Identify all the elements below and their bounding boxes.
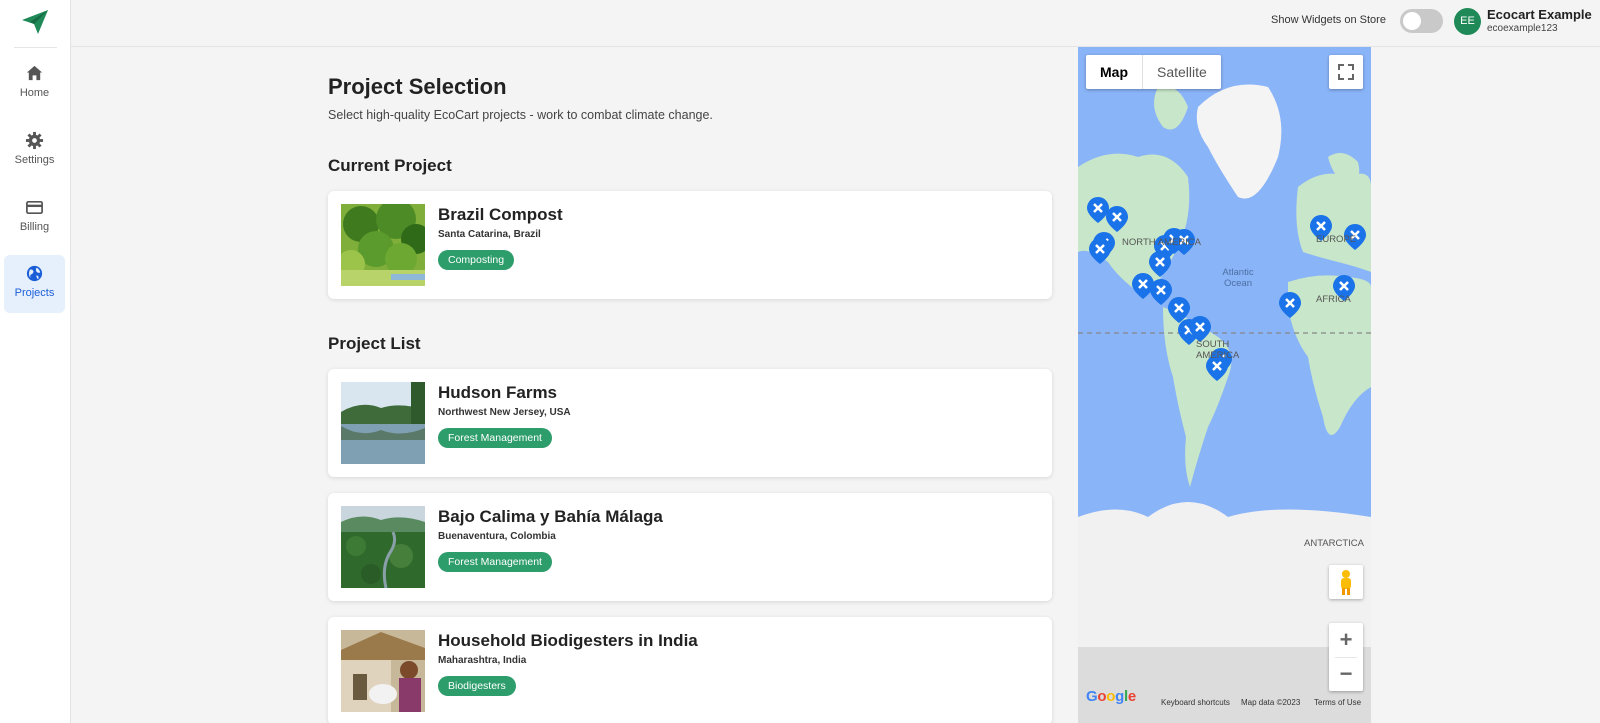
globe-icon — [26, 265, 43, 282]
map-type-satellite-button[interactable]: Satellite — [1143, 55, 1221, 89]
project-location: Santa Catarina, Brazil — [438, 229, 541, 240]
page-title: Project Selection — [328, 74, 507, 99]
zoom-in-button[interactable]: + — [1329, 623, 1363, 657]
zoom-out-button[interactable]: − — [1329, 657, 1363, 691]
top-header: Show Widgets on Store EE Ecocart Example… — [71, 0, 1600, 47]
keyboard-shortcuts-link[interactable]: Keyboard shortcuts — [1161, 698, 1230, 707]
current-project-card[interactable]: Brazil Compost Santa Catarina, Brazil Co… — [328, 191, 1052, 299]
credit-card-icon — [26, 200, 43, 215]
sidebar-item-label: Billing — [19, 221, 50, 233]
avatar[interactable]: EE — [1454, 8, 1481, 35]
sidebar-item-projects[interactable]: Projects — [4, 255, 65, 313]
project-list-heading: Project List — [328, 334, 421, 353]
project-card[interactable]: Household Biodigesters in India Maharash… — [328, 617, 1052, 723]
project-name: Hudson Farms — [438, 383, 558, 402]
map-label-africa: AFRICA — [1316, 294, 1351, 305]
fullscreen-icon — [1338, 64, 1354, 80]
category-badge: Forest Management — [438, 552, 552, 572]
zoom-control: + − — [1329, 623, 1363, 691]
page-subtitle: Select high-quality EcoCart projects - w… — [328, 108, 713, 122]
project-location: Northwest New Jersey, USA — [438, 407, 571, 418]
user-handle: ecoexample123 — [1487, 23, 1558, 34]
map-label-antarctica: ANTARCTICA — [1304, 538, 1364, 549]
zoom-divider — [1335, 657, 1357, 658]
map-marker — [1104, 204, 1130, 234]
sidebar-item-settings[interactable]: Settings — [4, 122, 65, 180]
map-marker — [1148, 277, 1174, 307]
sidebar: Home Settings Billing Projects — [0, 0, 71, 723]
project-location: Maharashtra, India — [438, 655, 527, 666]
project-location: Buenaventura, Colombia — [438, 531, 556, 542]
pegman-icon — [1341, 570, 1351, 595]
map-label-europe: EUROPE — [1316, 234, 1357, 245]
map-marker — [1277, 290, 1303, 320]
project-thumbnail — [341, 630, 425, 712]
sidebar-item-label: Projects — [14, 287, 55, 299]
project-thumbnail — [341, 506, 425, 588]
sidebar-item-billing[interactable]: Billing — [4, 189, 65, 247]
project-map[interactable]: NORTH AMERICA SOUTH AMERICA EUROPE AFRIC… — [1078, 47, 1371, 723]
project-name: Bajo Calima y Bahía Málaga — [438, 507, 663, 526]
sidebar-item-label: Settings — [14, 154, 55, 166]
user-name[interactable]: Ecocart Example — [1487, 7, 1592, 22]
map-marker — [1147, 249, 1173, 279]
current-project-heading: Current Project — [328, 156, 452, 175]
category-badge: Composting — [438, 250, 515, 270]
project-name: Household Biodigesters in India — [438, 631, 698, 650]
map-type-map-button[interactable]: Map — [1086, 55, 1143, 89]
project-card[interactable]: Bajo Calima y Bahía Málaga Buenaventura,… — [328, 493, 1052, 601]
widget-toggle-label: Show Widgets on Store — [1271, 14, 1386, 26]
map-marker — [1166, 295, 1192, 325]
sidebar-divider — [14, 47, 57, 48]
home-icon — [26, 65, 43, 81]
project-card[interactable]: Hudson Farms Northwest New Jersey, USA F… — [328, 369, 1052, 477]
map-marker — [1085, 195, 1111, 225]
fullscreen-button[interactable] — [1329, 55, 1363, 89]
map-label-atlantic: Atlantic Ocean — [1222, 267, 1254, 289]
google-logo[interactable]: Google — [1086, 688, 1136, 705]
sidebar-item-home[interactable]: Home — [4, 55, 65, 113]
paper-plane-icon[interactable] — [20, 8, 50, 36]
project-thumbnail — [341, 382, 425, 464]
map-label-north-america: NORTH AMERICA — [1122, 237, 1202, 248]
map-marker — [1130, 271, 1156, 301]
street-view-button[interactable] — [1329, 565, 1363, 599]
gear-icon — [25, 131, 44, 150]
map-data-attribution: Map data ©2023 — [1241, 698, 1301, 707]
widget-toggle-switch[interactable] — [1400, 9, 1443, 33]
category-badge: Forest Management — [438, 428, 552, 448]
sidebar-item-label: Home — [19, 87, 50, 99]
map-markers — [1085, 195, 1368, 383]
map-marker — [1087, 236, 1113, 266]
map-type-control: Map Satellite — [1086, 55, 1221, 89]
map-label-south-america: SOUTH AMERICA — [1196, 339, 1240, 361]
terms-of-use-link[interactable]: Terms of Use — [1314, 698, 1361, 707]
project-name: Brazil Compost — [438, 205, 563, 224]
category-badge: Biodigesters — [438, 676, 516, 696]
project-thumbnail — [341, 204, 425, 286]
toggle-knob — [1403, 12, 1421, 30]
